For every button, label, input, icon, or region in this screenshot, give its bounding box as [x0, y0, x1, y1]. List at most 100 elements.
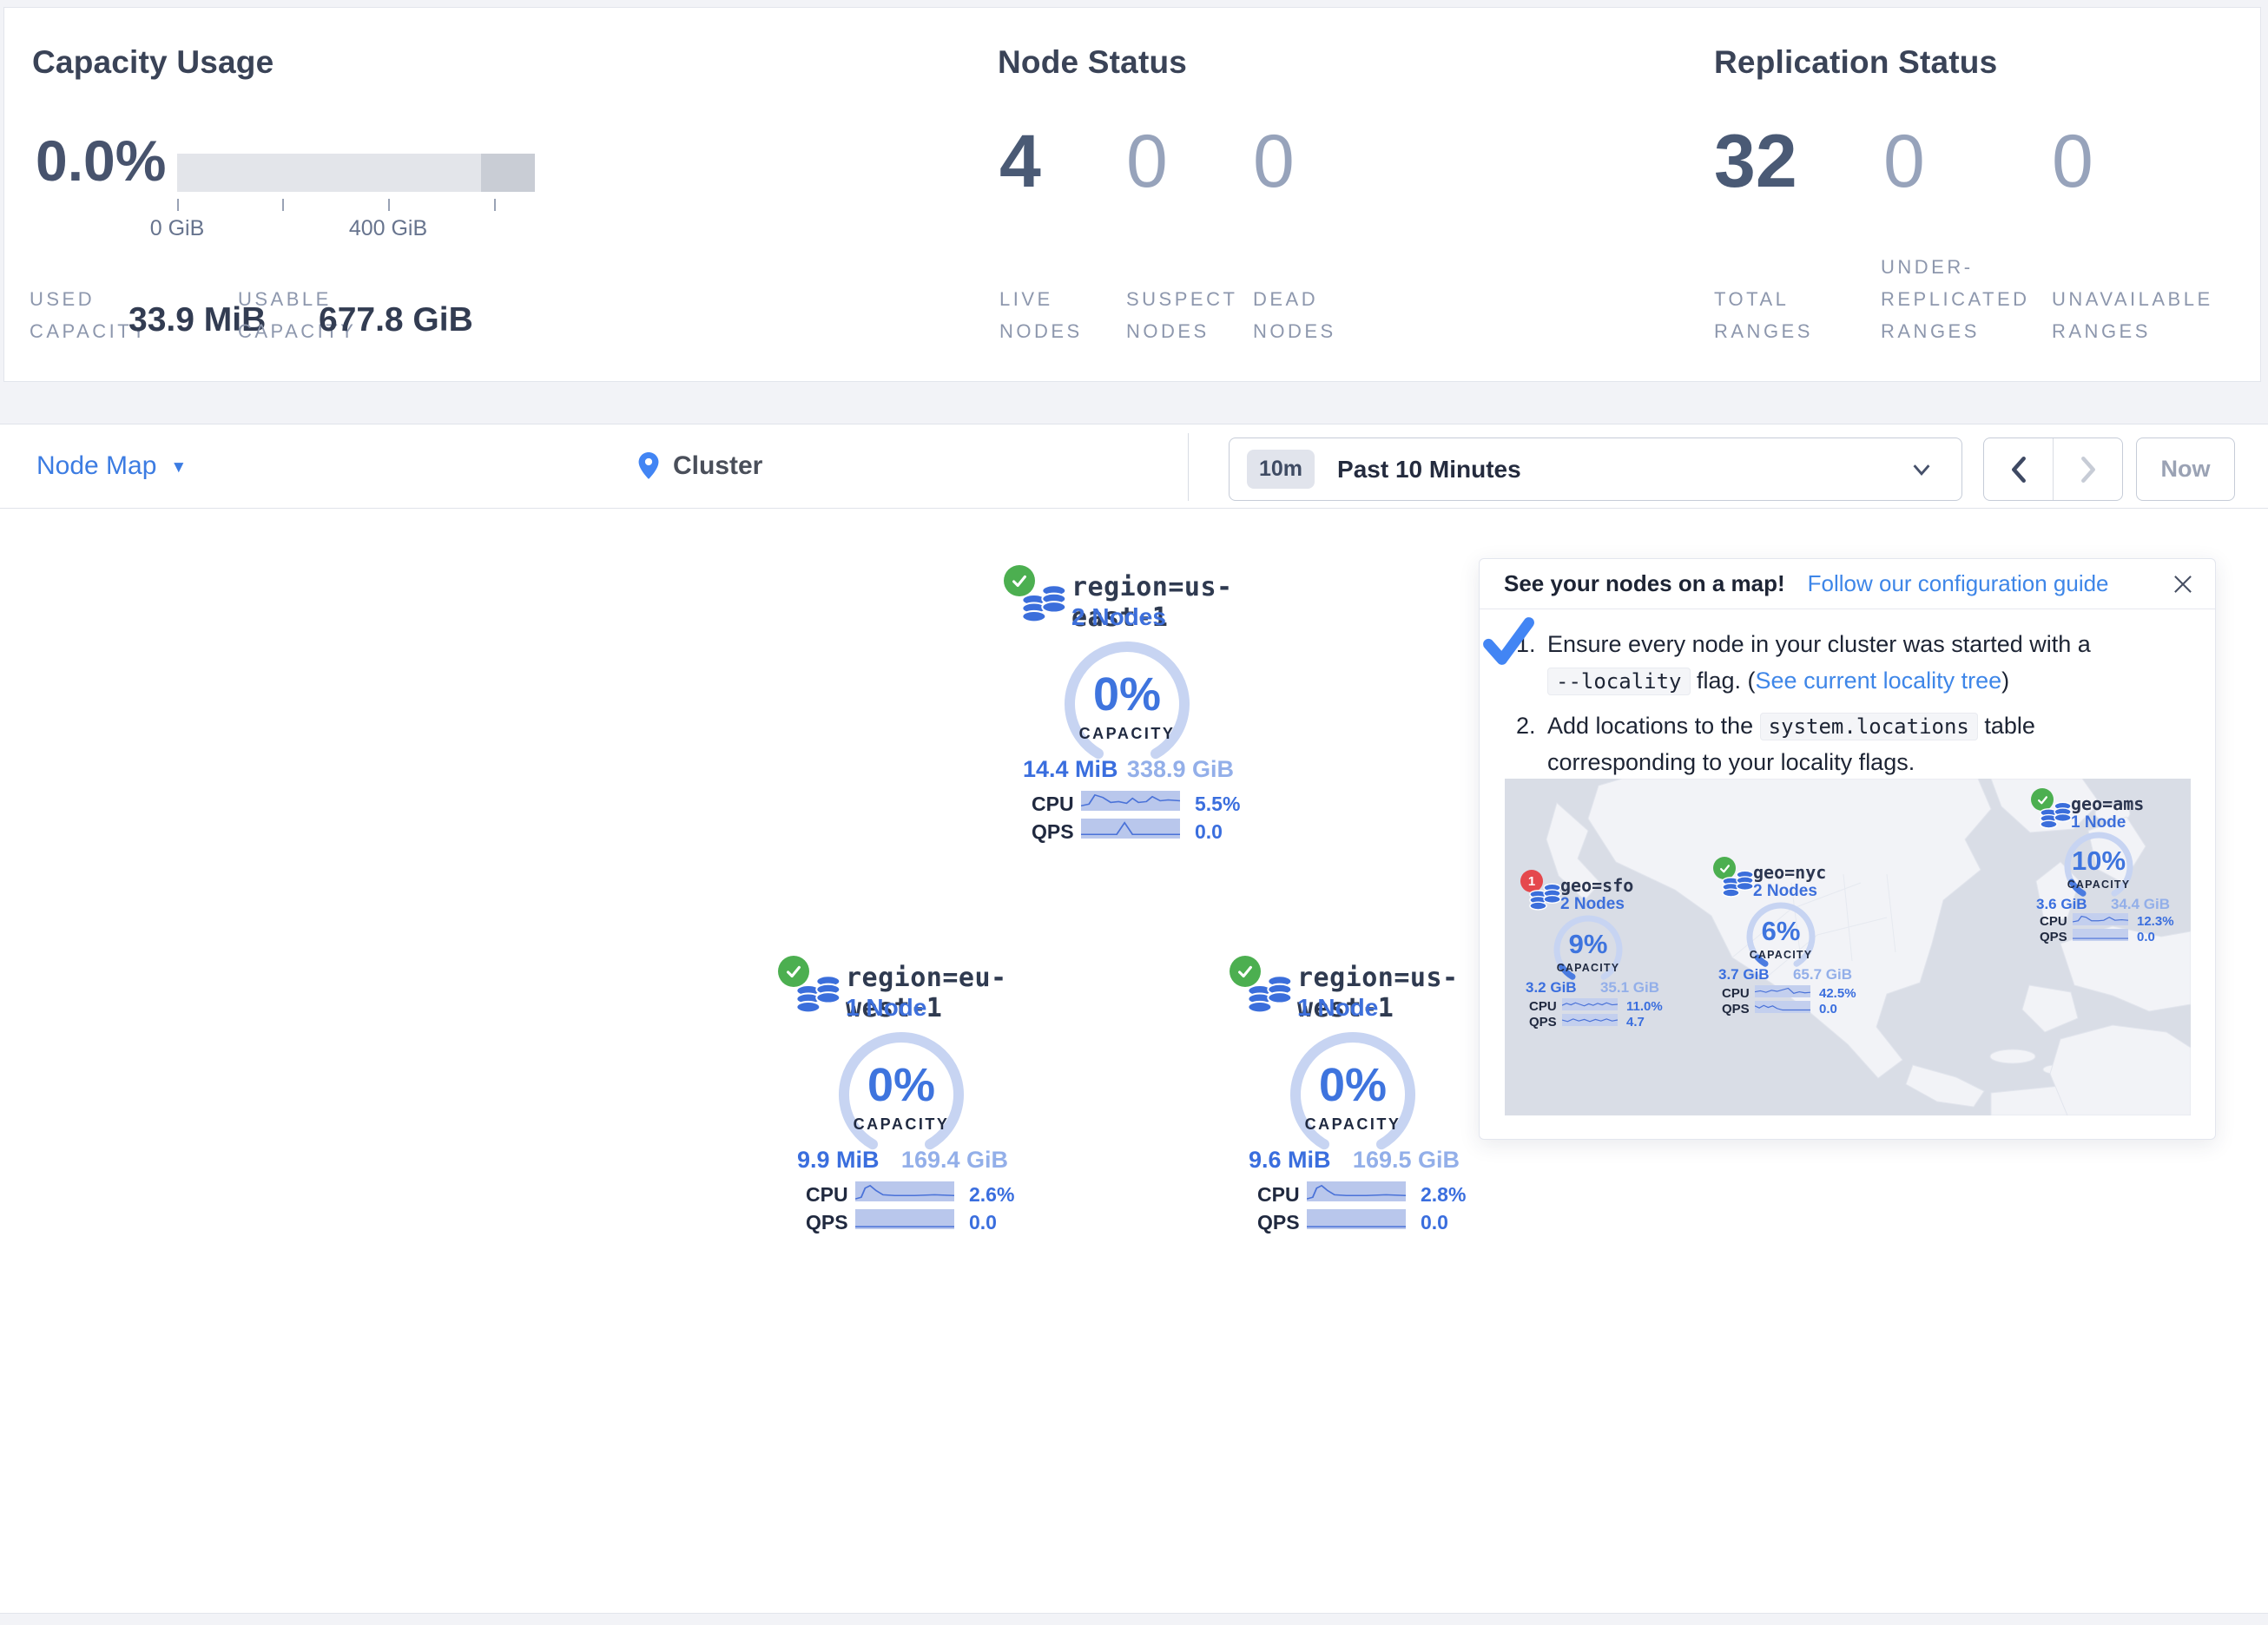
qps-sparkline — [855, 1209, 954, 1229]
qps-sparkline — [1755, 1001, 1810, 1013]
region-node-count[interactable]: 1 Node — [846, 994, 926, 1022]
time-nav-group — [1983, 438, 2123, 501]
capacity-label: CAPACITY — [1532, 962, 1645, 974]
total-ranges-count: 32 — [1714, 119, 1797, 205]
setup-steps: 1. Ensure every node in your cluster was… — [1516, 627, 2186, 789]
map-node-geo-nyc[interactable]: geo=nyc 2 Nodes 6% CAPACITY 3.7 GiB 65.7… — [1713, 855, 1863, 1016]
axis-tick-400: 400 GiB — [327, 216, 449, 241]
cpu-value: 5.5% — [1195, 793, 1240, 816]
qps-label: QPS — [1032, 820, 1074, 844]
used-value: 9.9 MiB — [797, 1147, 880, 1174]
cpu-sparkline — [2073, 913, 2128, 925]
capacity-label: CAPACITY — [1049, 725, 1205, 743]
capacity-label: CAPACITY — [823, 1115, 979, 1134]
system-locations-code: system.locations — [1760, 713, 1978, 740]
under-replicated-label: UNDER- REPLICATED RANGES — [1881, 252, 2030, 348]
locality-name: geo=sfo — [1560, 875, 1633, 896]
close-icon[interactable] — [2172, 573, 2194, 600]
map-setup-callout: See your nodes on a map! Follow our conf… — [1479, 558, 2216, 1140]
configuration-guide-link[interactable]: Follow our configuration guide — [1808, 570, 2109, 597]
qps-sparkline — [1307, 1209, 1406, 1229]
setup-step-2: 2. Add locations to the system.locations… — [1516, 708, 2186, 781]
capacity-usage-percent: 0.0% — [36, 128, 166, 194]
qps-label: QPS — [806, 1211, 848, 1234]
total-value: 34.4 GiB — [2111, 896, 2170, 913]
cpu-sparkline — [1755, 985, 1810, 997]
cpu-sparkline — [855, 1181, 954, 1201]
capacity-percent: 0% — [836, 1058, 966, 1112]
cpu-value: 42.5% — [1819, 986, 1856, 1001]
dead-nodes-count: 0 — [1253, 119, 1295, 205]
capacity-usage-title: Capacity Usage — [32, 44, 274, 81]
cpu-value: 12.3% — [2137, 914, 2174, 929]
time-back-button[interactable] — [1984, 438, 2054, 500]
capacity-values: 3.6 GiB 34.4 GiB — [2036, 896, 2170, 913]
qps-value: 0.0 — [969, 1211, 997, 1234]
cpu-label: CPU — [1032, 793, 1074, 816]
map-node-geo-ams[interactable]: geo=ams 1 Node 10% CAPACITY 3.6 GiB 34.4… — [2031, 786, 2180, 948]
map-pin-icon — [638, 452, 659, 480]
time-range-select[interactable]: 10m Past 10 Minutes — [1229, 438, 1962, 501]
callout-title: See your nodes on a map! — [1504, 570, 1785, 597]
capacity-label: CAPACITY — [1275, 1115, 1431, 1134]
cpu-label: CPU — [1257, 1183, 1300, 1207]
locality-tree-link[interactable]: See current locality tree — [1756, 668, 2002, 694]
capacity-values: 3.7 GiB 65.7 GiB — [1718, 966, 1852, 984]
capacity-percent: 9% — [1532, 929, 1645, 960]
total-value: 169.4 GiB — [901, 1147, 1008, 1174]
capacity-values: 14.4 MiB 338.9 GiB — [1023, 756, 1234, 783]
capacity-percent: 6% — [1724, 916, 1837, 947]
node-map-canvas: region=us-east-1 2 Nodes 0% CAPACITY 14.… — [0, 509, 2268, 1614]
under-replicated-count: 0 — [1883, 119, 1925, 205]
cpu-value: 2.8% — [1421, 1183, 1466, 1207]
cpu-value: 11.0% — [1626, 999, 1663, 1014]
cpu-label: CPU — [806, 1183, 848, 1207]
region-card-us-east-1[interactable]: region=us-east-1 2 Nodes 0% CAPACITY 14.… — [997, 560, 1257, 862]
region-card-us-west-1[interactable]: region=us-west-1 1 Node 0% CAPACITY 9.6 … — [1223, 951, 1483, 1253]
cpu-label: CPU — [1722, 986, 1750, 1001]
region-node-count[interactable]: 2 Nodes — [1071, 603, 1166, 631]
qps-label: QPS — [1722, 1002, 1750, 1016]
world-map-preview: 1 geo=sfo 2 Nodes 9% CAPACITY 3.2 GiB 35… — [1505, 779, 2191, 1115]
cpu-label: CPU — [1529, 999, 1557, 1014]
time-range-label: Past 10 Minutes — [1337, 456, 1521, 484]
database-nodes-icon — [795, 973, 842, 1024]
region-node-count[interactable]: 1 Node — [1297, 994, 1378, 1022]
locality-node-count: 2 Nodes — [1560, 895, 1625, 914]
chevron-down-icon: ▼ — [170, 455, 187, 477]
capacity-usage-bar — [177, 154, 535, 192]
time-forward-button[interactable] — [2054, 438, 2122, 500]
breadcrumb[interactable]: Cluster — [638, 424, 762, 508]
capacity-percent: 0% — [1062, 668, 1192, 721]
qps-value: 0.0 — [1819, 1002, 1837, 1016]
qps-sparkline — [2073, 929, 2128, 941]
qps-value: 0.0 — [1421, 1211, 1448, 1234]
capacity-label: CAPACITY — [2042, 878, 2155, 891]
capacity-values: 9.9 MiB 169.4 GiB — [797, 1147, 1008, 1174]
view-selector-label: Node Map — [36, 451, 156, 481]
region-card-eu-west-1[interactable]: region=eu-west-1 1 Node 0% CAPACITY 9.9 … — [771, 951, 1032, 1253]
map-node-geo-sfo[interactable]: 1 geo=sfo 2 Nodes 9% CAPACITY 3.2 GiB 35… — [1520, 868, 1670, 1030]
now-button[interactable]: Now — [2136, 438, 2235, 501]
time-range-badge: 10m — [1247, 450, 1315, 489]
cpu-label: CPU — [2040, 914, 2067, 929]
live-nodes-label: LIVE NODES — [999, 284, 1083, 348]
view-toolbar: Node Map ▼ Cluster 10m Past 10 Minutes N… — [0, 424, 2268, 509]
used-value: 3.2 GiB — [1526, 979, 1577, 997]
suspect-nodes-count: 0 — [1126, 119, 1168, 205]
qps-value: 4.7 — [1626, 1015, 1645, 1030]
qps-label: QPS — [1529, 1015, 1557, 1030]
used-value: 9.6 MiB — [1249, 1147, 1331, 1174]
unavailable-ranges-label: UNAVAILABLE RANGES — [2052, 284, 2213, 348]
node-status-title: Node Status — [998, 44, 1187, 81]
used-value: 14.4 MiB — [1023, 756, 1118, 783]
locality-node-count: 2 Nodes — [1753, 882, 1817, 901]
locality-name: geo=ams — [2071, 793, 2144, 814]
total-value: 169.5 GiB — [1353, 1147, 1460, 1174]
locality-name: geo=nyc — [1753, 862, 1826, 883]
cpu-value: 2.6% — [969, 1183, 1014, 1207]
view-selector-dropdown[interactable]: Node Map ▼ — [36, 424, 187, 508]
qps-value: 0.0 — [1195, 820, 1223, 844]
used-value: 3.7 GiB — [1718, 966, 1770, 984]
total-value: 35.1 GiB — [1600, 979, 1659, 997]
